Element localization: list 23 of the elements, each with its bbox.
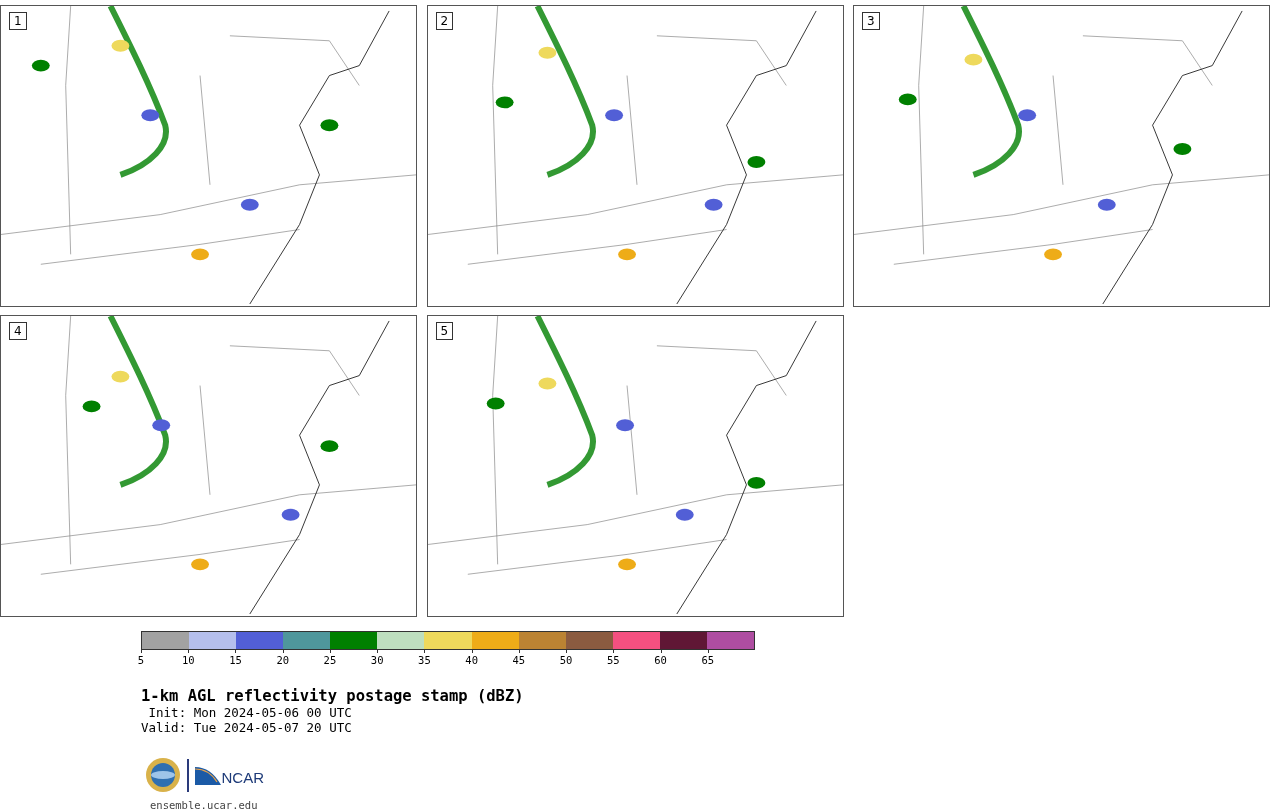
nsf-logo-icon: [145, 757, 181, 793]
tick-label: 25: [323, 654, 337, 666]
panel-number: 1: [9, 12, 27, 30]
valid-time: Valid: Tue 2024-05-07 20 UTC: [141, 720, 353, 735]
panel-number: 3: [862, 12, 880, 30]
tick-label: 20: [276, 654, 290, 666]
site-url: ensemble.ucar.edu: [150, 799, 259, 809]
tick-label: 35: [418, 654, 431, 666]
panel-number: 4: [9, 322, 27, 340]
tick-label: 60: [654, 654, 667, 666]
tick-label: 5: [137, 654, 145, 666]
tick-label: 65: [701, 654, 715, 666]
init-time: Init: Mon 2024-05-06 00 UTC: [147, 705, 353, 720]
tick-label: 30: [370, 654, 384, 666]
tick-label: 50: [559, 654, 573, 666]
tick-label: 40: [465, 654, 478, 666]
tick-label: 15: [229, 654, 242, 666]
arc-logo-icon: [194, 765, 221, 785]
tick-label: 45: [512, 654, 526, 666]
chart-title: 1-km AGL reflectivity postage stamp (dBZ): [141, 687, 525, 705]
logo-text: NCAR: [221, 770, 264, 785]
tick-label: 55: [607, 654, 620, 666]
tick-label: 10: [181, 654, 195, 666]
